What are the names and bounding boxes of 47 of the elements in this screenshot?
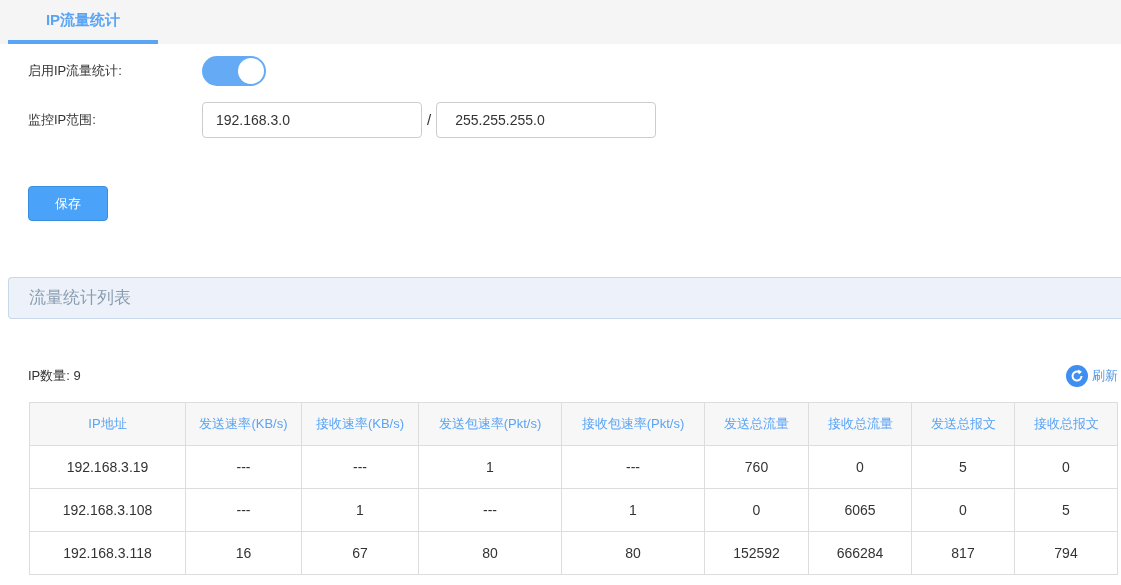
table-cell: 760 [704,445,809,489]
ip-count: IP数量: 9 [28,367,81,386]
table-cell: 1 [561,488,705,532]
field-label: 监控IP范围: [28,111,97,130]
ip-field[interactable]: 192.168.3.0 [202,102,422,138]
column-header: 发送包速率(Pkt/s) [418,402,562,446]
table-cell: 80 [418,531,562,575]
column-header: IP地址 [29,402,186,446]
column-header: 接收包速率(Pkt/s) [561,402,705,446]
table-cell: 0 [911,488,1015,532]
save-button[interactable]: 保存 [28,186,108,221]
field-label: 启用IP流量统计: [28,62,123,81]
table-cell: 67 [301,531,419,575]
refresh-button[interactable]: 刷新 [1066,365,1118,387]
table-cell: 817 [911,531,1015,575]
table-cell: 16 [185,531,302,575]
table-cell: --- [561,445,705,489]
column-header: 接收总报文 [1014,402,1118,446]
table-cell: 794 [1014,531,1118,575]
table-cell: 80 [561,531,705,575]
table-cell: --- [185,488,302,532]
table-cell: 666284 [808,531,912,575]
table-cell: --- [418,488,562,532]
separator: / [427,109,432,130]
table-cell: 0 [808,445,912,489]
table-cell: 192.168.3.118 [29,531,186,575]
table-cell: 192.168.3.108 [29,488,186,532]
table-cell: 5 [1014,488,1118,532]
column-header: 发送总报文 [911,402,1015,446]
column-header: 接收速率(KB/s) [301,402,419,446]
column-header: 发送速率(KB/s) [185,402,302,446]
refresh-icon [1066,365,1088,387]
table-cell: 6065 [808,488,912,532]
mask-field[interactable]: 255.255.255.0 [436,102,657,138]
table-cell: 1 [418,445,562,489]
column-header: 接收总流量 [808,402,912,446]
section-header: 流量统计列表 [8,277,1121,319]
table-cell: --- [301,445,419,489]
table-cell: 192.168.3.19 [29,445,186,489]
table-cell: --- [185,445,302,489]
toggle-switch[interactable] [202,56,266,86]
table-cell: 1 [301,488,419,532]
table-cell: 5 [911,445,1015,489]
table-cell: 152592 [704,531,809,575]
table-cell: 0 [1014,445,1118,489]
table-cell: 0 [704,488,809,532]
column-header: 发送总流量 [704,402,809,446]
